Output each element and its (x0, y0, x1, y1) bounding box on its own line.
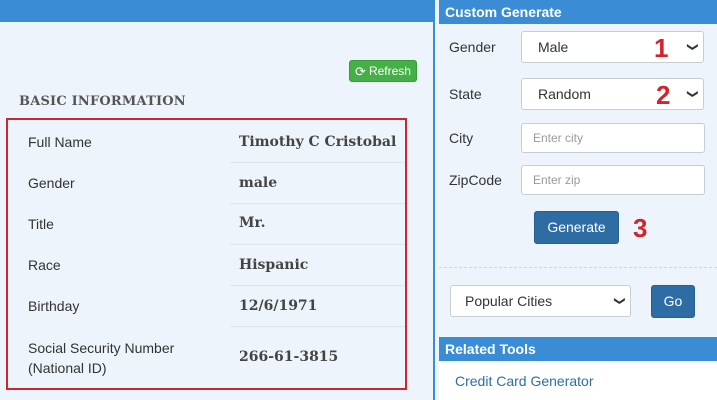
basic-info-panel: ⟳ Refresh BASIC INFORMATION Full Name Ti… (0, 0, 433, 400)
chevron-down-icon: ❯ (686, 89, 699, 99)
info-row-birthday: Birthday 12/6/1971 (8, 286, 405, 327)
info-label: Title (28, 216, 54, 232)
info-row-gender: Gender male (8, 163, 405, 204)
chevron-down-icon: ❯ (613, 296, 626, 306)
basic-info-box: Full Name Timothy C Cristobal Gender mal… (6, 118, 407, 390)
info-row-title: Title Mr. (8, 204, 405, 245)
info-label: Race (28, 257, 61, 273)
section-title: BASIC INFORMATION (19, 94, 186, 109)
info-row-full-name: Full Name Timothy C Cristobal (8, 120, 405, 163)
credit-card-generator-link[interactable]: Credit Card Generator (455, 373, 594, 389)
refresh-button[interactable]: ⟳ Refresh (349, 60, 417, 82)
city-input[interactable]: Enter city (521, 123, 705, 153)
info-label-secondary: (National ID) (28, 360, 107, 376)
left-header-bar (0, 0, 433, 22)
city-label: City (449, 130, 474, 146)
info-label: Full Name (28, 134, 92, 150)
refresh-icon: ⟳ (355, 63, 366, 79)
custom-generate-panel: Custom Generate Gender Male ❯ 1 State Ra… (435, 0, 717, 400)
gender-select[interactable]: Male ❯ (521, 31, 704, 63)
state-select-value: Random (538, 86, 591, 102)
zipcode-placeholder: Enter zip (533, 173, 581, 187)
info-label: Gender (28, 175, 75, 191)
popular-cities-value: Popular Cities (465, 293, 553, 309)
info-label: Social Security Number (28, 340, 175, 356)
popular-cities-select[interactable]: Popular Cities ❯ (450, 285, 631, 317)
state-select[interactable]: Random ❯ (521, 78, 704, 110)
go-button[interactable]: Go (651, 285, 695, 318)
gender-select-value: Male (538, 39, 569, 55)
zipcode-input[interactable]: Enter zip (521, 165, 705, 195)
info-value: Timothy C Cristobal (239, 134, 397, 150)
custom-generate-header: Custom Generate (439, 0, 717, 24)
generate-button[interactable]: Generate (534, 211, 619, 244)
info-value: Mr. (239, 215, 266, 231)
step-marker-2: 2 (656, 80, 671, 110)
info-row-ssn: Social Security Number (National ID) 266… (8, 327, 405, 387)
info-value: 12/6/1971 (239, 298, 318, 314)
state-label: State (449, 86, 482, 102)
related-tools-header: Related Tools (439, 337, 717, 361)
info-row-race: Race Hispanic (8, 245, 405, 286)
step-marker-3: 3 (633, 213, 648, 243)
zipcode-label: ZipCode (449, 172, 502, 188)
info-value: 266-61-3815 (239, 349, 339, 365)
info-value: male (239, 175, 278, 191)
chevron-down-icon: ❯ (686, 42, 699, 52)
step-marker-1: 1 (654, 33, 669, 63)
gender-label: Gender (449, 39, 496, 55)
refresh-label: Refresh (368, 64, 411, 78)
section-divider (439, 267, 717, 268)
info-label: Birthday (28, 298, 80, 314)
info-value: Hispanic (239, 257, 309, 273)
city-placeholder: Enter city (533, 131, 584, 145)
